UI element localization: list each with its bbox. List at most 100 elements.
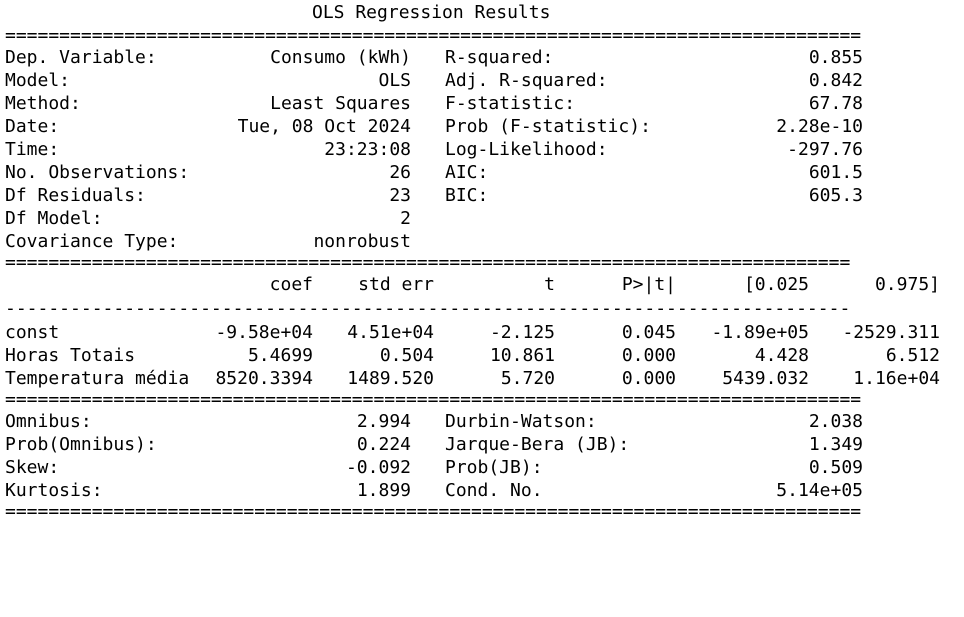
- t-value: -2.125: [489, 322, 555, 343]
- info-row: Df Model: 2: [5, 207, 955, 230]
- info-left-value: nonrobust: [313, 231, 411, 252]
- info-left-value: 23: [389, 185, 411, 206]
- coef-header: coef: [269, 274, 313, 295]
- ci-lower-value: 5439.032: [722, 368, 809, 389]
- info-left-value: 23:23:08: [324, 139, 411, 160]
- table-row: const -9.58e+04 4.51e+04 -2.125 0.045 -1…: [5, 321, 955, 344]
- info-row: Model: OLS Adj. R-squared: 0.842: [5, 69, 955, 92]
- table-row: Temperatura média 8520.3394 1489.520 5.7…: [5, 367, 955, 390]
- info-left-label: Df Model:: [5, 208, 103, 229]
- diag-right-value: 5.14e+05: [776, 480, 863, 501]
- coef-header-row: coef std err t P>|t| [0.025 0.975]: [5, 273, 955, 296]
- model-info-block: Dep. Variable: Consumo (kWh) R-squared: …: [5, 46, 955, 253]
- diag-right-label: Durbin-Watson:: [445, 411, 597, 432]
- info-left-value: Least Squares: [270, 93, 411, 114]
- diagnostics-block: Omnibus: 2.994 Durbin-Watson: 2.038 Prob…: [5, 410, 955, 502]
- separator-top: ========================================…: [5, 26, 955, 46]
- info-right-value: 67.78: [808, 93, 863, 114]
- diag-left-label: Kurtosis:: [5, 480, 103, 501]
- separator-line: ========================================…: [5, 502, 862, 522]
- coef-value: 8520.3394: [215, 368, 313, 389]
- info-left-value: 26: [389, 162, 411, 183]
- std-err-value: 0.504: [379, 345, 434, 366]
- separator-line: ========================================…: [5, 26, 862, 46]
- info-left-value: OLS: [378, 70, 411, 91]
- separator-line: ========================================…: [5, 253, 851, 273]
- info-right-value: 0.855: [808, 47, 863, 68]
- info-left-label: No. Observations:: [5, 162, 190, 183]
- t-header: t: [544, 274, 555, 295]
- info-left-label: Method:: [5, 93, 81, 114]
- separator-line: ----------------------------------------…: [5, 298, 851, 319]
- std-err-value: 4.51e+04: [347, 322, 434, 343]
- info-right-label: R-squared:: [445, 47, 554, 68]
- ci-upper-value: 6.512: [885, 345, 940, 366]
- separator-diag-top: ========================================…: [5, 390, 955, 410]
- info-right-label: Adj. R-squared:: [445, 70, 608, 91]
- p-value-header: P>|t|: [621, 274, 676, 295]
- summary-title: OLS Regression Results: [312, 2, 551, 23]
- info-left-label: Covariance Type:: [5, 231, 179, 252]
- coef-value: -9.58e+04: [215, 322, 313, 343]
- info-row: Dep. Variable: Consumo (kWh) R-squared: …: [5, 46, 955, 69]
- diag-right-value: 0.509: [808, 457, 863, 478]
- ci-upper-value: -2529.311: [842, 322, 940, 343]
- info-right-value: 0.842: [808, 70, 863, 91]
- p-value: 0.000: [621, 345, 676, 366]
- separator-dash: ----------------------------------------…: [5, 296, 955, 321]
- coef-table-body: const -9.58e+04 4.51e+04 -2.125 0.045 -1…: [5, 321, 955, 390]
- p-value: 0.000: [621, 368, 676, 389]
- diag-row: Prob(Omnibus): 0.224 Jarque-Bera (JB): 1…: [5, 433, 955, 456]
- diag-row: Kurtosis: 1.899 Cond. No. 5.14e+05: [5, 479, 955, 502]
- diag-row: Skew: -0.092 Prob(JB): 0.509: [5, 456, 955, 479]
- diag-right-value: 1.349: [808, 434, 863, 455]
- info-left-value: Consumo (kWh): [270, 47, 411, 68]
- separator-bottom: ========================================…: [5, 502, 955, 522]
- info-row: Method: Least Squares F-statistic: 67.78: [5, 92, 955, 115]
- info-left-label: Time:: [5, 139, 60, 160]
- info-row: Date: Tue, 08 Oct 2024 Prob (F-statistic…: [5, 115, 955, 138]
- ci-lower-header: [0.025: [743, 274, 809, 295]
- variable-name: const: [5, 322, 60, 343]
- ols-summary: OLS Regression Results =================…: [5, 0, 955, 522]
- diag-left-value: 0.224: [356, 434, 411, 455]
- variable-name: Temperatura média: [5, 368, 190, 389]
- t-value: 10.861: [489, 345, 555, 366]
- info-left-label: Df Residuals:: [5, 185, 146, 206]
- info-right-label: F-statistic:: [445, 93, 576, 114]
- diag-left-label: Prob(Omnibus):: [5, 434, 157, 455]
- ci-lower-value: 4.428: [754, 345, 809, 366]
- diag-left-label: Omnibus:: [5, 411, 92, 432]
- diag-row: Omnibus: 2.994 Durbin-Watson: 2.038: [5, 410, 955, 433]
- info-left-label: Date:: [5, 116, 60, 137]
- diag-left-value: 1.899: [356, 480, 411, 501]
- ci-upper-value: 1.16e+04: [853, 368, 940, 389]
- info-right-value: -297.76: [787, 139, 863, 160]
- info-left-value: Tue, 08 Oct 2024: [237, 116, 411, 137]
- separator-line: ========================================…: [5, 390, 862, 410]
- coef-value: 5.4699: [247, 345, 313, 366]
- t-value: 5.720: [500, 368, 555, 389]
- info-row: Covariance Type: nonrobust: [5, 230, 955, 253]
- info-left-value: 2: [400, 208, 411, 229]
- std-err-value: 1489.520: [347, 368, 434, 389]
- separator-coef-top: ========================================…: [5, 253, 955, 273]
- info-row: No. Observations: 26 AIC: 601.5: [5, 161, 955, 184]
- info-row: Df Residuals: 23 BIC: 605.3: [5, 184, 955, 207]
- info-left-label: Model:: [5, 70, 71, 91]
- diag-right-label: Jarque-Bera (JB):: [445, 434, 630, 455]
- diag-right-label: Prob(JB):: [445, 457, 543, 478]
- table-row: Horas Totais 5.4699 0.504 10.861 0.000 4…: [5, 344, 955, 367]
- info-row: Time: 23:23:08 Log-Likelihood: -297.76: [5, 138, 955, 161]
- ci-lower-value: -1.89e+05: [711, 322, 809, 343]
- diag-left-label: Skew:: [5, 457, 60, 478]
- info-right-value: 605.3: [808, 185, 863, 206]
- diag-left-value: 2.994: [356, 411, 411, 432]
- variable-name: Horas Totais: [5, 345, 136, 366]
- info-right-value: 601.5: [808, 162, 863, 183]
- info-right-label: BIC:: [445, 185, 489, 206]
- info-right-label: Prob (F-statistic):: [445, 116, 651, 137]
- info-right-label: AIC:: [445, 162, 489, 183]
- std-err-header: std err: [358, 274, 434, 295]
- diag-left-value: -0.092: [345, 457, 411, 478]
